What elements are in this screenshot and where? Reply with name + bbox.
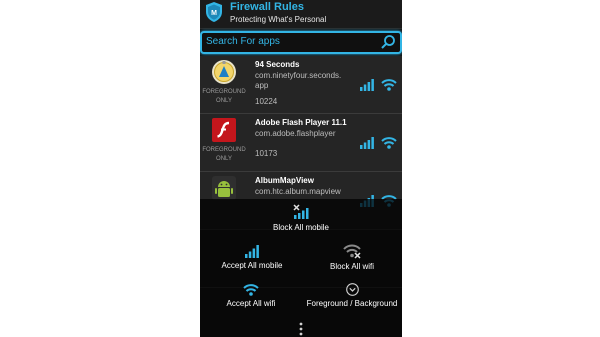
block-mobile-icon	[293, 204, 309, 219]
wifi-icon[interactable]	[381, 136, 397, 149]
accept-all-wifi-label: Accept All wifi	[226, 299, 276, 308]
app-header: M Firewall Rules Protecting What's Perso…	[200, 0, 402, 29]
search-placeholder: Search For apps	[206, 36, 280, 47]
block-all-mobile-button[interactable]: Block All mobile	[262, 204, 340, 232]
94-seconds-app-icon	[212, 60, 236, 84]
svg-text:M: M	[211, 10, 217, 17]
app-package-text: com.ninetyfour.seconds. app	[255, 71, 342, 90]
app-package: com.adobe.flashplayer	[255, 129, 336, 138]
search-icon[interactable]	[380, 34, 396, 50]
app-title: Firewall Rules	[230, 1, 304, 13]
block-all-wifi-button[interactable]: Block All wifi	[318, 243, 386, 271]
accept-all-mobile-label: Accept All mobile	[221, 261, 283, 270]
shield-icon: M	[206, 2, 222, 22]
android-app-icon	[212, 176, 236, 200]
block-all-mobile-label: Block All mobile	[272, 223, 330, 232]
phone-screen: M Firewall Rules Protecting What's Perso…	[200, 0, 402, 337]
app-subtitle: Protecting What's Personal	[230, 15, 327, 24]
foreground-only-label: FOREGROUND ONLY	[202, 89, 246, 104]
flash-player-app-icon	[212, 118, 236, 142]
app-row-adobe-flash[interactable]: FOREGROUND ONLY Adobe Flash Player 11.1 …	[200, 114, 402, 172]
app-row-94-seconds[interactable]: FOREGROUND ONLY 94 Seconds com.ninetyfou…	[200, 56, 402, 114]
mobile-signal-icon[interactable]	[360, 137, 374, 149]
app-name: Adobe Flash Player 11.1	[255, 118, 347, 127]
app-package: com.ninetyfour.seconds. app	[255, 71, 355, 91]
block-all-wifi-label: Block All wifi	[329, 262, 374, 271]
search-input[interactable]: Search For apps	[200, 31, 402, 54]
chevron-down-icon	[345, 283, 359, 296]
wifi-icon	[243, 284, 259, 296]
accept-all-wifi-button[interactable]: Accept All wifi	[216, 283, 286, 308]
foreground-background-label: Foreground / Background	[306, 299, 398, 308]
block-wifi-icon	[343, 244, 361, 259]
foreground-background-button[interactable]: Foreground / Background	[304, 283, 400, 308]
mobile-signal-icon	[245, 245, 259, 258]
app-name: 94 Seconds	[255, 60, 300, 69]
overflow-menu-icon[interactable]	[296, 322, 306, 336]
mobile-signal-icon[interactable]	[360, 79, 374, 91]
app-package: com.htc.album.mapview	[255, 187, 341, 196]
app-name: AlbumMapView	[255, 176, 314, 185]
foreground-only-label: FOREGROUND ONLY	[202, 147, 246, 162]
accept-all-mobile-button[interactable]: Accept All mobile	[214, 244, 290, 270]
app-uid: 10173	[255, 149, 278, 158]
wifi-icon[interactable]	[381, 78, 397, 91]
app-uid: 10224	[255, 97, 278, 106]
